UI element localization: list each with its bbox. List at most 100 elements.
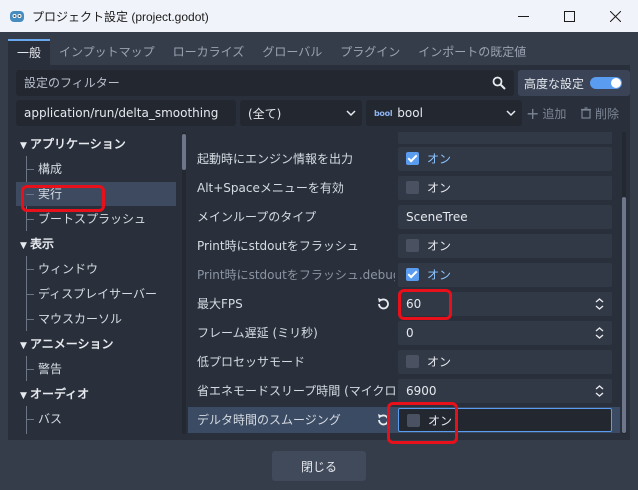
chevron-down-icon	[346, 110, 356, 117]
property-row: メインループのタイプ SceneTree	[188, 204, 620, 230]
tab-bar: 一般 インプットマップ ローカライズ グローバル プラグイン インポートの既定値	[8, 39, 535, 65]
spin-arrows-icon[interactable]	[595, 327, 604, 339]
checkbox[interactable]	[406, 355, 419, 368]
tree-item-warnings[interactable]: 警告	[16, 357, 176, 381]
tab-general[interactable]: 一般	[8, 39, 51, 65]
tree-item-window[interactable]: ウィンドウ	[16, 257, 176, 281]
close-window-button[interactable]	[592, 0, 638, 32]
property-row: 低プロセッサモード オン	[188, 349, 620, 375]
checkbox-label: オン	[427, 355, 452, 369]
property-row: 省エネモードスリープ時間 (マイクロ 6900	[188, 378, 620, 404]
tab-import-defaults[interactable]: インポートの既定値	[409, 39, 535, 65]
checkbox[interactable]	[406, 181, 419, 194]
tree-item-label: アニメーション	[30, 337, 114, 351]
tree-item-label: 構成	[38, 162, 63, 176]
property-name: フレーム遅延 (ミリ秒)	[197, 326, 318, 340]
add-label: 追加	[542, 106, 567, 121]
spin-arrows-icon[interactable]	[595, 385, 604, 397]
tree-scrollbar[interactable]	[182, 132, 186, 434]
bool-type-icon: bool	[374, 108, 393, 118]
checkbox-label: オン	[427, 152, 452, 166]
tree-item-config[interactable]: 構成	[16, 157, 176, 181]
type-dropdown-value: bool	[397, 106, 423, 120]
chevron-down-icon	[506, 110, 516, 117]
property-value-text: SceneTree	[406, 210, 468, 224]
annotation-highlight-max-fps	[398, 289, 452, 320]
maximize-button[interactable]	[546, 0, 592, 32]
feature-dropdown[interactable]: (全て)	[240, 100, 362, 126]
tree-item-label: ウィンドウ	[38, 262, 99, 276]
checkbox[interactable]	[406, 239, 419, 252]
property-row: Print時にstdoutをフラッシュ オン	[188, 233, 620, 259]
settings-filter-input[interactable]	[16, 70, 514, 96]
checkbox[interactable]	[406, 268, 419, 281]
collapse-arrow-icon: ▼	[20, 391, 27, 401]
property-name: 低プロセッサモード	[197, 355, 306, 369]
tree-item-label: ディスプレイサーバー	[38, 287, 158, 301]
collapse-arrow-icon: ▼	[20, 341, 27, 351]
settings-panel: 高度な設定 (全て) bool bool + 追加 削除	[8, 65, 630, 440]
property-text-field[interactable]: SceneTree	[398, 205, 612, 229]
tab-localization[interactable]: ローカライズ	[164, 39, 254, 65]
properties-scrollbar-thumb[interactable]	[622, 197, 626, 433]
property-checkbox-field[interactable]: オン	[398, 234, 612, 258]
search-icon[interactable]	[492, 76, 506, 90]
revert-icon[interactable]	[376, 297, 390, 311]
tree-section-audio[interactable]: ▼ オーディオ	[16, 382, 176, 406]
tree-section-display[interactable]: ▼ 表示	[16, 232, 176, 256]
property-value-text: 6900	[406, 384, 437, 398]
tree-item-buses[interactable]: バス	[16, 407, 176, 431]
property-spinbox[interactable]: 6900	[398, 379, 612, 403]
property-name: 最大FPS	[197, 297, 243, 311]
property-spinbox[interactable]: 0	[398, 321, 612, 345]
window-title: プロジェクト設定 (project.godot)	[32, 10, 209, 24]
title-bar: プロジェクト設定 (project.godot)	[0, 0, 638, 32]
collapse-arrow-icon: ▼	[20, 141, 27, 151]
property-checkbox-field[interactable]: オン	[398, 350, 612, 374]
advanced-settings-switch[interactable]	[590, 77, 622, 89]
property-checkbox-field[interactable]: オン	[398, 263, 612, 287]
property-checkbox-field[interactable]: オン	[398, 176, 612, 200]
tree-item-display-server[interactable]: ディスプレイサーバー	[16, 282, 176, 306]
advanced-settings-label: 高度な設定	[524, 76, 585, 91]
tree-item-label: バス	[38, 412, 63, 426]
godot-logo-icon	[10, 11, 24, 22]
property-path-input[interactable]	[16, 100, 236, 126]
property-row: フレーム遅延 (ミリ秒) 0	[188, 320, 620, 346]
tab-input-map[interactable]: インプットマップ	[50, 39, 164, 65]
property-inspector: 起動時にエンジン情報を出力 オン Alt+Spaceメニューを有効 オン メイン…	[188, 132, 620, 434]
property-name: Alt+Spaceメニューを有効	[197, 181, 344, 195]
property-row: Print時にstdoutをフラッシュ.debug オン	[188, 262, 620, 288]
property-name: Print時にstdoutをフラッシュ.debug	[197, 268, 395, 282]
checkbox[interactable]	[406, 152, 419, 165]
property-name: 省エネモードスリープ時間 (マイクロ	[197, 384, 395, 398]
property-name: メインループのタイプ	[197, 210, 317, 224]
tree-section-animation[interactable]: ▼ アニメーション	[16, 332, 176, 356]
tree-item-label: 警告	[38, 362, 63, 376]
tab-plugins[interactable]: プラグイン	[331, 39, 409, 65]
advanced-settings-toggle[interactable]: 高度な設定	[518, 70, 630, 96]
checkbox-label: オン	[427, 239, 452, 253]
close-button[interactable]: 閉じる	[272, 451, 366, 481]
property-checkbox-field[interactable]: オン	[398, 147, 612, 171]
maximize-icon	[563, 10, 575, 22]
tree-scrollbar-thumb[interactable]	[182, 134, 186, 170]
checkbox-label: オン	[427, 181, 452, 195]
minimize-button[interactable]	[500, 0, 546, 32]
property-value-text: 0	[406, 326, 414, 340]
dialog-body: 一般 インプットマップ ローカライズ グローバル プラグイン インポートの既定値…	[0, 32, 638, 490]
type-dropdown[interactable]: bool bool	[366, 100, 522, 126]
delete-setting-button[interactable]: 削除	[580, 100, 619, 126]
tree-item-label: ブートスプラッシュ	[38, 212, 147, 226]
close-icon	[609, 10, 621, 22]
tree-item-mouse-cursor[interactable]: マウスカーソル	[16, 307, 176, 331]
tree-item-label: 表示	[30, 237, 55, 251]
spin-arrows-icon[interactable]	[595, 298, 604, 310]
tree-section-application[interactable]: ▼ アプリケーション	[16, 132, 176, 156]
tree-item-label: アプリケーション	[30, 137, 126, 151]
tab-globals[interactable]: グローバル	[253, 39, 331, 65]
add-setting-button[interactable]: + 追加	[526, 100, 566, 126]
properties-scrollbar[interactable]	[622, 132, 626, 434]
property-row: 起動時にエンジン情報を出力 オン	[188, 146, 620, 172]
filter-box	[16, 70, 514, 96]
